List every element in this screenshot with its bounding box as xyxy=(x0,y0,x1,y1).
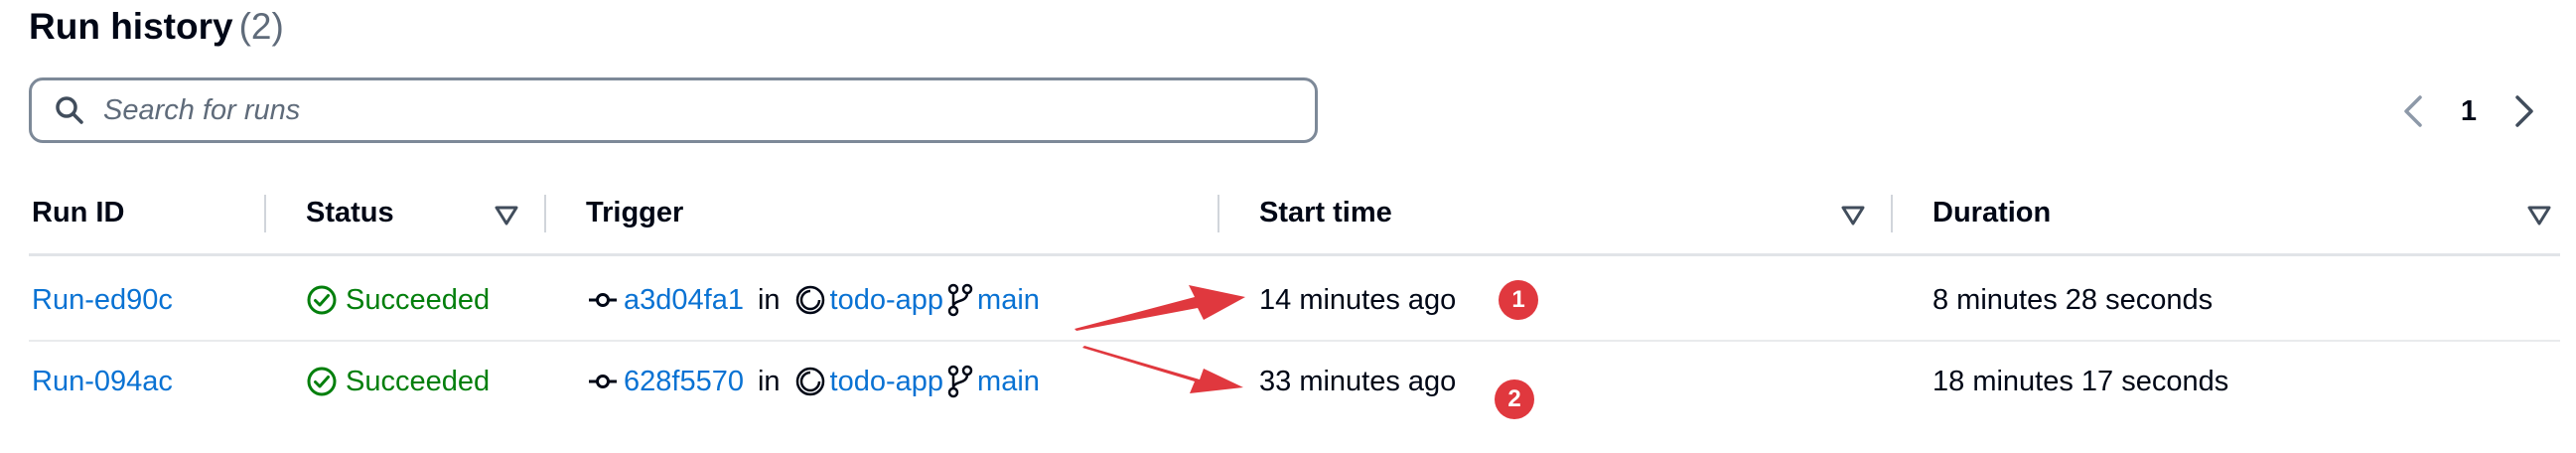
annotation-arrow-icon xyxy=(1082,346,1243,393)
annotation-arrows xyxy=(1074,285,1245,393)
annotation-badge: 2 xyxy=(1495,379,1534,419)
annotation-arrow-icon xyxy=(1074,285,1245,331)
annotation-badge: 1 xyxy=(1499,280,1538,320)
